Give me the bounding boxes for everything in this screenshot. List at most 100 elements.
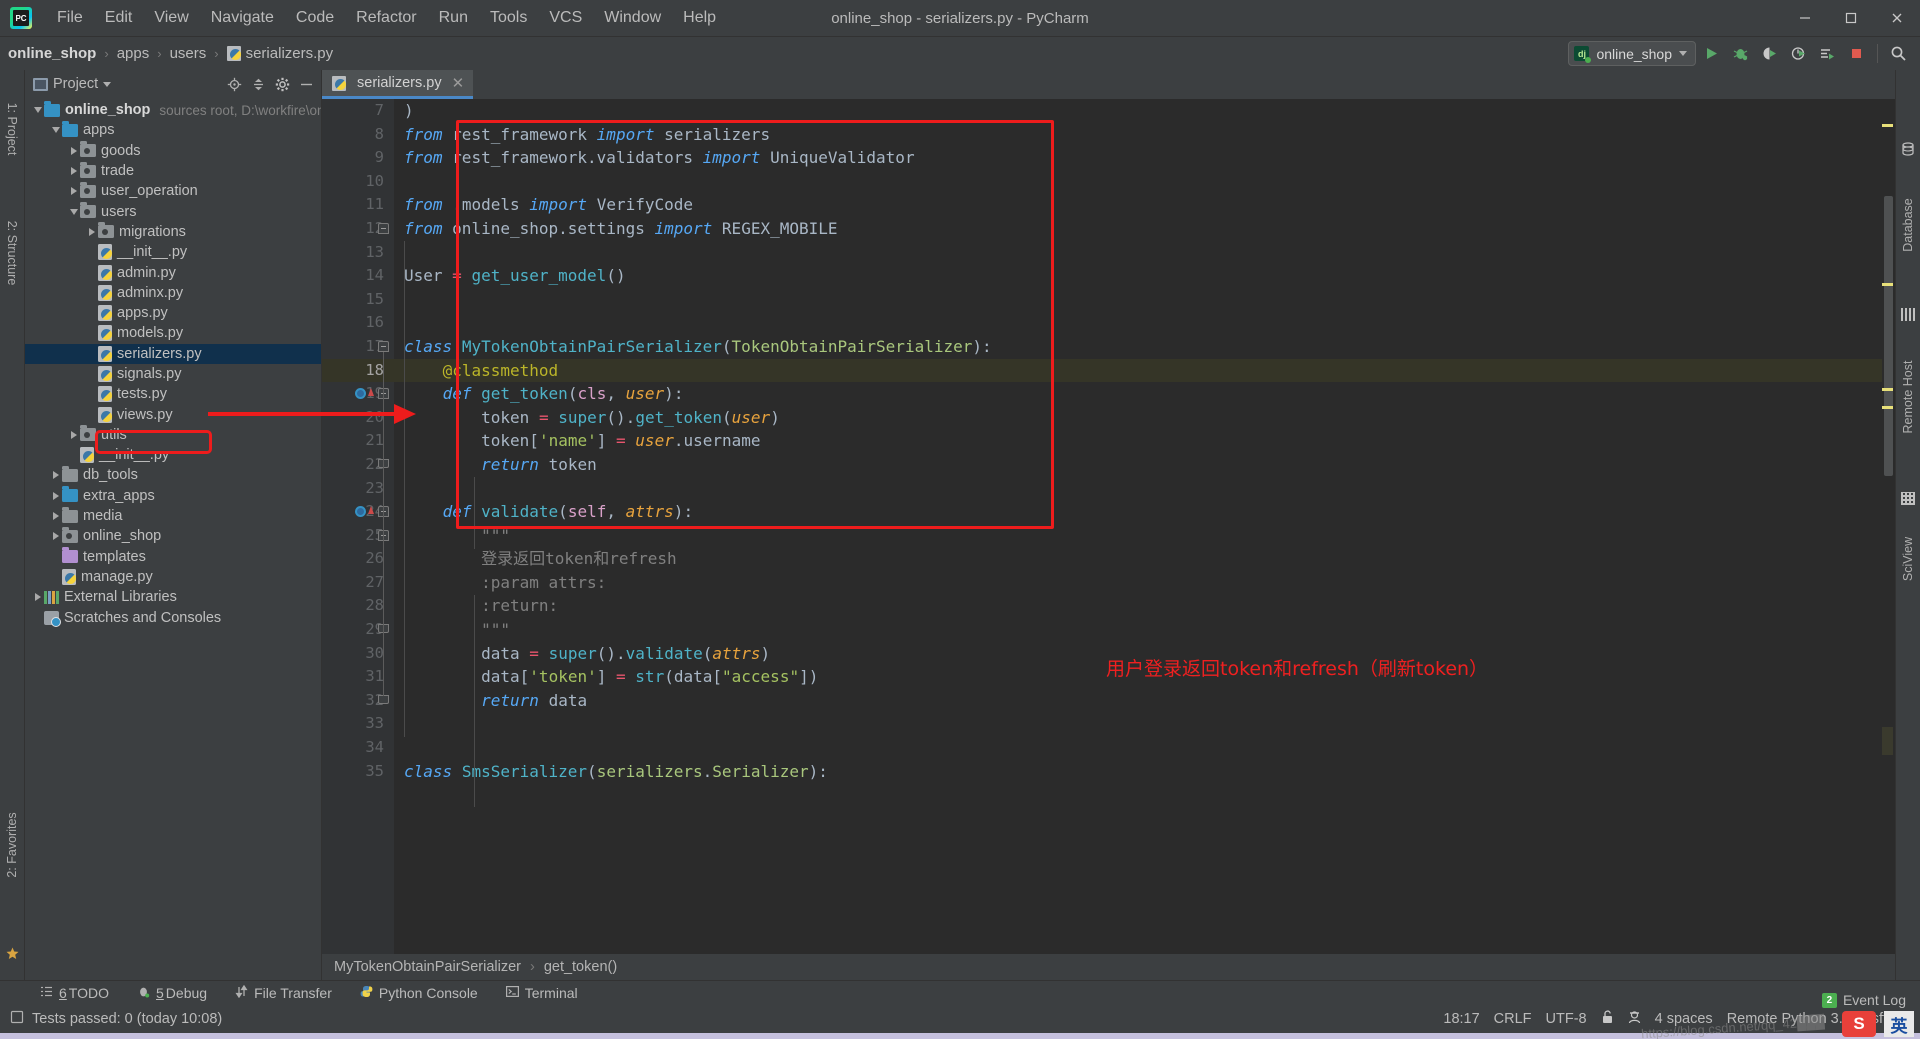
- menu-refactor[interactable]: Refactor: [345, 5, 427, 31]
- tool-window-debug[interactable]: 5 Debug: [123, 981, 221, 1006]
- tree-item-models-py[interactable]: models.py: [25, 323, 321, 343]
- code-line[interactable]: :return:: [394, 594, 1882, 618]
- breadcrumb-item-apps[interactable]: apps: [117, 45, 150, 62]
- tree-item-users[interactable]: users: [25, 201, 321, 221]
- menu-tools[interactable]: Tools: [479, 5, 538, 31]
- code-line[interactable]: from rest_framework import serializers: [394, 123, 1882, 147]
- minimize-button[interactable]: [1782, 0, 1828, 37]
- tree-item-media[interactable]: media: [25, 506, 321, 526]
- code-line[interactable]: """: [394, 524, 1882, 548]
- event-log-button[interactable]: 2 Event Log: [1821, 992, 1906, 1008]
- code-line[interactable]: class SmsSerializer(serializers.Serializ…: [394, 760, 1882, 784]
- tree-twisty-open-icon[interactable]: [67, 209, 80, 215]
- status-indent[interactable]: 4 spaces: [1655, 1011, 1713, 1027]
- code-line[interactable]: [394, 712, 1882, 736]
- breadcrumb-item-online-shop[interactable]: online_shop: [8, 45, 96, 62]
- tree-item-apps-py[interactable]: apps.py: [25, 303, 321, 323]
- code-line[interactable]: [394, 288, 1882, 312]
- code-fold-bot-icon[interactable]: [378, 695, 389, 704]
- code-line[interactable]: return data: [394, 689, 1882, 713]
- tool-button-remote-host[interactable]: Remote Host: [1901, 361, 1915, 434]
- tree-twisty-closed-icon[interactable]: [49, 471, 62, 479]
- run-configuration-selector[interactable]: dj online_shop: [1568, 41, 1696, 66]
- tree-item-online-shop[interactable]: online_shop sources root, D:\workfire\on█: [25, 100, 321, 120]
- menu-view[interactable]: View: [143, 5, 199, 31]
- maximize-button[interactable]: [1828, 0, 1874, 37]
- menu-code[interactable]: Code: [285, 5, 345, 31]
- tool-button-structure[interactable]: 2: Structure: [5, 221, 19, 286]
- override-gutter-icon[interactable]: [368, 388, 374, 397]
- breadcrumb-item-serializers[interactable]: serializers.py: [226, 45, 333, 62]
- tree-item-admin-py[interactable]: admin.py: [25, 262, 321, 282]
- code-line[interactable]: from rest_framework.validators import Un…: [394, 146, 1882, 170]
- tree-twisty-open-icon[interactable]: [31, 107, 44, 113]
- code-line[interactable]: 登录返回token和refresh: [394, 547, 1882, 571]
- tree-twisty-closed-icon[interactable]: [67, 167, 80, 175]
- tree-item-templates[interactable]: templates: [25, 547, 321, 567]
- tree-item-utils[interactable]: utils: [25, 425, 321, 445]
- tree-item-db-tools[interactable]: db_tools: [25, 465, 321, 485]
- tool-button-favorites[interactable]: 2: Favorites: [5, 812, 19, 877]
- project-tree[interactable]: online_shop sources root, D:\workfire\on█…: [25, 98, 321, 980]
- code-line[interactable]: [394, 311, 1882, 335]
- tree-item-views-py[interactable]: views.py: [25, 404, 321, 424]
- scrollbar-thumb[interactable]: [1884, 196, 1893, 476]
- code-line[interactable]: from .models import VerifyCode: [394, 193, 1882, 217]
- override-gutter-icon[interactable]: [368, 506, 374, 515]
- status-interpreter[interactable]: Remote Python 3.7.0 (sft...): [1727, 1011, 1904, 1027]
- menu-file[interactable]: File: [46, 5, 94, 31]
- code-fold-top-icon[interactable]: [378, 223, 389, 234]
- run-button[interactable]: [1698, 40, 1725, 67]
- code-fold-top-icon[interactable]: [378, 341, 389, 352]
- debug-button[interactable]: [1727, 40, 1754, 67]
- editor-tab-serializers[interactable]: serializers.py ✕: [322, 70, 474, 99]
- breadcrumb-item-users[interactable]: users: [170, 45, 207, 62]
- tool-window-python-console[interactable]: Python Console: [346, 981, 492, 1006]
- code-line[interactable]: from online_shop.settings import REGEX_M…: [394, 217, 1882, 241]
- editor-breadcrumb-method[interactable]: get_token(): [544, 959, 617, 975]
- code-line[interactable]: ): [394, 99, 1882, 123]
- status-line-separator[interactable]: CRLF: [1494, 1011, 1532, 1027]
- code-line[interactable]: token = super().get_token(user): [394, 406, 1882, 430]
- tree-item-extra-apps[interactable]: extra_apps: [25, 486, 321, 506]
- status-encoding[interactable]: UTF-8: [1546, 1011, 1587, 1027]
- search-everywhere-button[interactable]: [1885, 40, 1912, 67]
- code-line[interactable]: return token: [394, 453, 1882, 477]
- gear-icon[interactable]: [272, 74, 293, 95]
- editor-gutter[interactable]: 7 8 9 10 11 12 13 14 15 16 17 18 19 20 21 22 23 24 25 26 27 2…: [322, 99, 394, 954]
- code-line[interactable]: class MyTokenObtainPairSerializer(TokenO…: [394, 335, 1882, 359]
- code-line[interactable]: [394, 736, 1882, 760]
- lock-icon[interactable]: [1601, 1010, 1614, 1028]
- tree-twisty-closed-icon[interactable]: [49, 492, 62, 500]
- collapse-all-icon[interactable]: [248, 74, 269, 95]
- tool-window-terminal[interactable]: Terminal: [492, 981, 592, 1006]
- menu-vcs[interactable]: VCS: [538, 5, 593, 31]
- tree-item-online-shop[interactable]: online_shop: [25, 526, 321, 546]
- tree-item-user-operation[interactable]: user_operation: [25, 181, 321, 201]
- tree-twisty-closed-icon[interactable]: [67, 147, 80, 155]
- stop-button[interactable]: [1843, 40, 1870, 67]
- tree-twisty-closed-icon[interactable]: [85, 228, 98, 236]
- tool-window-file-transfer[interactable]: File Transfer: [221, 981, 346, 1006]
- profile-button[interactable]: [1785, 40, 1812, 67]
- tree-item-signals-py[interactable]: signals.py: [25, 364, 321, 384]
- menu-run[interactable]: Run: [428, 5, 479, 31]
- run-coverage-button[interactable]: [1756, 40, 1783, 67]
- tool-button-sciview[interactable]: SciView: [1901, 537, 1915, 581]
- tree-item-adminx-py[interactable]: adminx.py: [25, 283, 321, 303]
- inspection-icon[interactable]: [1628, 1010, 1641, 1028]
- editor-breadcrumb-class[interactable]: MyTokenObtainPairSerializer: [334, 959, 521, 975]
- tree-item-manage-py[interactable]: manage.py: [25, 567, 321, 587]
- menu-edit[interactable]: Edit: [94, 5, 144, 31]
- menu-help[interactable]: Help: [672, 5, 727, 31]
- tree-item-external-libraries[interactable]: External Libraries: [25, 587, 321, 607]
- tree-item-apps[interactable]: apps: [25, 120, 321, 140]
- menu-navigate[interactable]: Navigate: [200, 5, 285, 31]
- hide-panel-icon[interactable]: [296, 74, 317, 95]
- code-line[interactable]: [394, 170, 1882, 194]
- tree-item-scratches-and-consoles[interactable]: Scratches and Consoles: [25, 607, 321, 627]
- code-line[interactable]: User = get_user_model(): [394, 264, 1882, 288]
- locate-icon[interactable]: [224, 74, 245, 95]
- code-content[interactable]: 用户登录返回token和refresh（刷新token） ) from rest_…: [394, 99, 1882, 954]
- code-line[interactable]: [394, 477, 1882, 501]
